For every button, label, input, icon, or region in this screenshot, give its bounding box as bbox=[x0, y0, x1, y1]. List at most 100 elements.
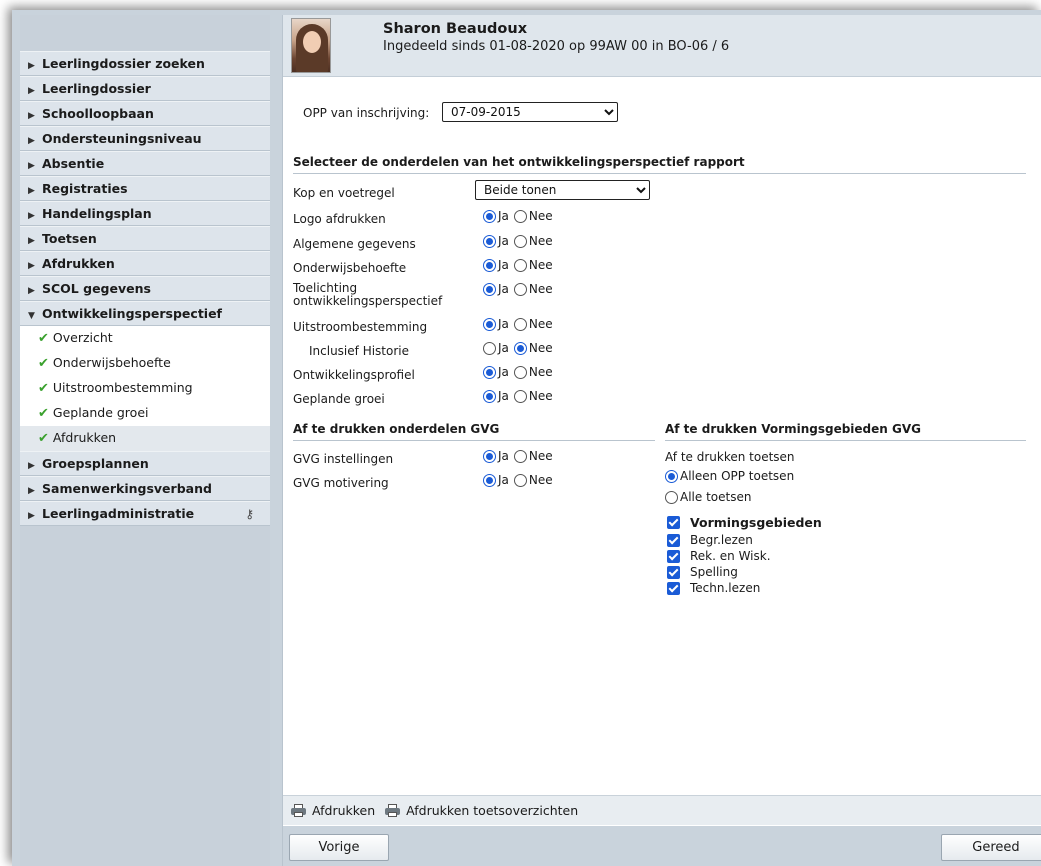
row-label-geplande-groei: Geplande groei bbox=[293, 392, 385, 406]
chevron-right-icon: ▶ bbox=[28, 186, 35, 196]
radio-alle-label: Alle toetsen bbox=[680, 490, 752, 504]
checkbox-group-label: Vormingsgebieden bbox=[690, 515, 822, 530]
sidebar-subitem-overzicht[interactable]: ✔ Overzicht bbox=[20, 326, 270, 351]
opp-select[interactable]: 07-09-2015 bbox=[442, 102, 618, 122]
radio-nee[interactable] bbox=[513, 389, 527, 403]
sidebar-item-samenwerkingsverband[interactable]: ▶ Samenwerkingsverband bbox=[20, 476, 270, 501]
radio-ja-label: Ja bbox=[498, 258, 509, 272]
radio-group-uitstroombestemming: Ja Nee bbox=[483, 317, 553, 331]
sidebar-item-schoolloopbaan[interactable]: ▶ Schoolloopbaan bbox=[20, 101, 270, 126]
radio-alleen-opp: Alleen OPP toetsen bbox=[665, 469, 794, 483]
sidebar-item-leerlingdossier-zoeken[interactable]: ▶ Leerlingdossier zoeken bbox=[20, 51, 270, 76]
sidebar-item-registraties[interactable]: ▶ Registraties bbox=[20, 176, 270, 201]
printer-icon bbox=[291, 804, 306, 817]
sidebar-item-ontwikkelingsperspectief[interactable]: ▼ Ontwikkelingsperspectief bbox=[20, 301, 270, 326]
sidebar-item-groepsplannen[interactable]: ▶ Groepsplannen bbox=[20, 451, 270, 476]
radio-ja[interactable] bbox=[483, 234, 496, 248]
chevron-right-icon: ▶ bbox=[28, 211, 35, 221]
radio-nee[interactable] bbox=[513, 317, 527, 331]
sidebar-subitem-geplande-groei[interactable]: ✔ Geplande groei bbox=[20, 401, 270, 426]
row-label-ontwikkelingsprofiel: Ontwikkelingsprofiel bbox=[293, 368, 415, 382]
radio-nee-label: Nee bbox=[528, 209, 553, 223]
section-title-vormingsgebieden: Af te drukken Vormingsgebieden GVG bbox=[665, 422, 1026, 441]
radio-nee[interactable] bbox=[513, 209, 527, 223]
radio-nee-label: Nee bbox=[528, 365, 553, 379]
checkbox[interactable] bbox=[667, 549, 680, 563]
sidebar-item-label: SCOL gegevens bbox=[42, 281, 151, 296]
radio-nee[interactable] bbox=[513, 258, 527, 272]
sidebar-subitem-onderwijsbehoefte[interactable]: ✔ Onderwijsbehoefte bbox=[20, 351, 270, 376]
sidebar-item-afdrukken[interactable]: ▶ Afdrukken bbox=[20, 251, 270, 276]
radio-nee[interactable] bbox=[513, 473, 527, 487]
toetsen-label: Af te drukken toetsen bbox=[665, 450, 795, 464]
radio-group-inclusief-historie: Ja Nee bbox=[483, 341, 553, 355]
radio-nee-label: Nee bbox=[528, 258, 553, 272]
print-button[interactable]: Afdrukken bbox=[291, 803, 375, 818]
kop-select[interactable]: Beide tonen bbox=[475, 180, 650, 200]
radio-ja[interactable] bbox=[483, 365, 496, 379]
radio-ja[interactable] bbox=[483, 473, 496, 487]
student-name: Sharon Beaudoux bbox=[383, 21, 528, 37]
row-label-algemene-gegevens: Algemene gegevens bbox=[293, 237, 416, 251]
radio-nee[interactable] bbox=[513, 282, 527, 296]
prev-button[interactable]: Vorige bbox=[289, 834, 389, 861]
checkbox-label: Techn.lezen bbox=[690, 581, 761, 595]
row-label-gvg-motivering: GVG motivering bbox=[293, 476, 389, 490]
radio-ja[interactable] bbox=[483, 258, 496, 272]
opp-label: OPP van inschrijving: bbox=[303, 106, 430, 120]
radio-alle-toetsen[interactable] bbox=[665, 490, 678, 504]
done-button[interactable]: Gereed bbox=[941, 834, 1041, 861]
sidebar-subitem-afdrukken[interactable]: ✔ Afdrukken bbox=[20, 426, 270, 451]
sidebar-item-toetsen[interactable]: ▶ Toetsen bbox=[20, 226, 270, 251]
sidebar-subitem-uitstroombestemming[interactable]: ✔ Uitstroombestemming bbox=[20, 376, 270, 401]
checkbox-label: Rek. en Wisk. bbox=[690, 549, 771, 563]
sidebar-item-absentie[interactable]: ▶ Absentie bbox=[20, 151, 270, 176]
radio-nee[interactable] bbox=[513, 449, 527, 463]
print-label: Afdrukken bbox=[312, 803, 376, 818]
chevron-right-icon: ▶ bbox=[28, 486, 35, 496]
sidebar-item-label: Ontwikkelingsperspectief bbox=[42, 306, 222, 321]
row-label-inclusief-historie: Inclusief Historie bbox=[309, 344, 409, 358]
radio-alleen-opp-toetsen[interactable] bbox=[665, 469, 678, 483]
radio-nee[interactable] bbox=[513, 341, 527, 355]
print-tests-button[interactable]: Afdrukken toetsoverzichten bbox=[385, 803, 578, 818]
radio-group-gvg-instellingen: Ja Nee bbox=[483, 449, 553, 463]
checkmark-icon: ✔ bbox=[38, 381, 49, 396]
radio-ja[interactable] bbox=[483, 317, 496, 331]
student-subtitle: Ingedeeld sinds 01-08-2020 op 99AW 00 in… bbox=[383, 39, 730, 54]
radio-ja[interactable] bbox=[483, 282, 496, 296]
sidebar-subitem-label: Uitstroombestemming bbox=[52, 380, 193, 395]
radio-ja[interactable] bbox=[483, 209, 496, 223]
radio-nee[interactable] bbox=[513, 365, 527, 379]
checkbox[interactable] bbox=[667, 533, 680, 547]
radio-nee-label: Nee bbox=[528, 282, 553, 296]
checkbox-group[interactable] bbox=[667, 516, 680, 529]
checkbox[interactable] bbox=[667, 565, 680, 579]
section-title-onderdelen: Selecteer de onderdelen van het ontwikke… bbox=[293, 155, 1026, 174]
kop-label: Kop en voetregel bbox=[293, 186, 395, 200]
sidebar-item-label: Leerlingdossier zoeken bbox=[42, 56, 205, 71]
radio-nee-label: Nee bbox=[528, 389, 553, 403]
sidebar-item-scol-gegevens[interactable]: ▶ SCOL gegevens bbox=[20, 276, 270, 301]
footer-bar: Vorige Gereed bbox=[283, 826, 1041, 866]
sidebar-item-handelingsplan[interactable]: ▶ Handelingsplan bbox=[20, 201, 270, 226]
chevron-right-icon: ▶ bbox=[28, 461, 35, 471]
student-header: Sharon Beaudoux Ingedeeld sinds 01-08-20… bbox=[283, 15, 1041, 77]
radio-ja-label: Ja bbox=[498, 282, 509, 296]
sidebar-item-label: Leerlingadministratie bbox=[42, 506, 195, 521]
radio-ja[interactable] bbox=[483, 341, 496, 355]
radio-ja[interactable] bbox=[483, 389, 496, 403]
chevron-right-icon: ▶ bbox=[28, 86, 35, 96]
radio-group-algemene-gegevens: Ja Nee bbox=[483, 234, 553, 248]
sidebar-item-leerlingdossier[interactable]: ▶ Leerlingdossier bbox=[20, 76, 270, 101]
radio-nee[interactable] bbox=[513, 234, 527, 248]
avatar-face bbox=[303, 31, 321, 53]
sidebar-item-leerlingadministratie[interactable]: ▶ Leerlingadministratie ⚷ bbox=[20, 501, 270, 526]
sidebar-item-ondersteuningsniveau[interactable]: ▶ Ondersteuningsniveau bbox=[20, 126, 270, 151]
radio-nee-label: Nee bbox=[528, 317, 553, 331]
checkbox-vormingsgebieden: Vormingsgebieden bbox=[667, 515, 822, 530]
chevron-down-icon: ▼ bbox=[28, 311, 35, 321]
checkbox[interactable] bbox=[667, 581, 680, 595]
sidebar-subitem-label: Geplande groei bbox=[52, 405, 149, 420]
radio-ja[interactable] bbox=[483, 449, 496, 463]
